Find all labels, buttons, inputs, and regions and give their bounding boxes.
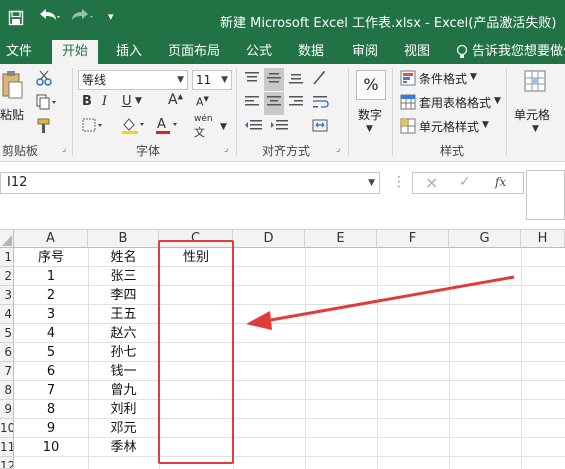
annotation-arrow	[246, 275, 515, 330]
